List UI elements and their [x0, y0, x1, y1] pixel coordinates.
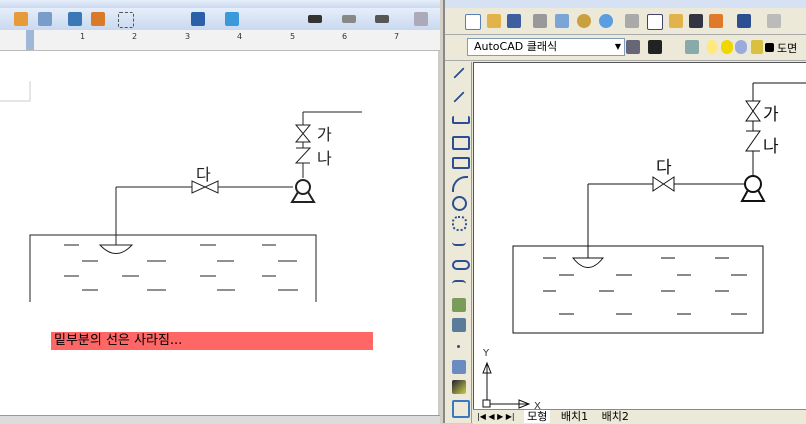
- workspace-toolbar: AutoCAD 클래식 ▼ 도면: [445, 35, 806, 61]
- ruler-tick: 4: [237, 32, 243, 41]
- ruler-tick: 1: [80, 32, 86, 41]
- fill-color-icon[interactable]: [225, 12, 239, 26]
- cad-diagram: 가 나 다 Y X: [482, 82, 806, 410]
- block-editor-icon[interactable]: [709, 14, 723, 28]
- open-icon[interactable]: [487, 14, 501, 28]
- spline-icon[interactable]: [452, 238, 466, 246]
- match-properties-icon[interactable]: [689, 14, 703, 28]
- shadow-icon[interactable]: [414, 12, 428, 26]
- ruler-tick: 7: [394, 32, 400, 41]
- label-da: 다: [656, 158, 672, 178]
- hatch-icon[interactable]: [452, 360, 466, 374]
- make-block-icon[interactable]: [452, 318, 466, 332]
- word-drawing-toolbar: [0, 8, 440, 31]
- polyline-icon[interactable]: [452, 116, 470, 124]
- workspace-dropdown[interactable]: AutoCAD 클래식 ▼: [467, 38, 625, 56]
- lock-icon[interactable]: [751, 40, 763, 54]
- workspace-value: AutoCAD 클래식: [474, 40, 558, 53]
- drawing-area[interactable]: 가 나 다 Y X: [473, 62, 806, 410]
- autocad-window: AutoCAD 클래식 ▼ 도면 가 나 다 Y X |◀ ◀ ▶ ▶| 모형 …: [443, 0, 806, 424]
- arc-icon[interactable]: [452, 176, 468, 192]
- viewport-freeze-icon[interactable]: [735, 40, 747, 54]
- layout-tabs: |◀ ◀ ▶ ▶| 모형 배치1 배치2: [473, 409, 806, 424]
- publish-icon[interactable]: [577, 14, 591, 28]
- standard-toolbar: [445, 8, 806, 35]
- image-icon[interactable]: [91, 12, 105, 26]
- draw-toolbar: [447, 62, 472, 423]
- ellipse-arc-icon[interactable]: [452, 280, 466, 288]
- insert-block-icon[interactable]: [452, 298, 466, 312]
- construction-line-icon[interactable]: [453, 91, 465, 103]
- save-icon[interactable]: [507, 14, 521, 28]
- chevron-down-icon: ▼: [614, 42, 621, 51]
- circle-icon[interactable]: [452, 196, 467, 211]
- ucs-y-label: Y: [482, 348, 490, 359]
- label-na: 나: [763, 137, 779, 157]
- arrow-style-icon[interactable]: [375, 15, 389, 23]
- ruler-tick: 6: [342, 32, 348, 41]
- label-da: 다: [196, 165, 211, 184]
- gradient-icon[interactable]: [452, 380, 466, 394]
- document-page[interactable]: 가 나 다 밑부분의 선은 사라짐...: [0, 51, 440, 415]
- region-icon[interactable]: [452, 400, 470, 418]
- rectangle-icon[interactable]: [452, 157, 470, 169]
- revision-cloud-icon[interactable]: [452, 216, 467, 231]
- layers-icon[interactable]: [685, 40, 699, 54]
- color-swatch-icon: [765, 43, 774, 52]
- connector-icon[interactable]: [38, 12, 52, 26]
- layer-name[interactable]: 도면: [777, 40, 797, 56]
- sun-icon[interactable]: [721, 40, 733, 54]
- highlighted-note[interactable]: 밑부분의 선은 사라짐...: [51, 332, 373, 350]
- workspace-settings-icon[interactable]: [626, 40, 640, 54]
- undo-icon[interactable]: [737, 14, 751, 28]
- ruler-tick: 5: [290, 32, 296, 41]
- point-icon[interactable]: [457, 345, 460, 348]
- web-icon[interactable]: [599, 14, 613, 28]
- horizontal-ruler[interactable]: 1 2 3 4 5 6 7: [0, 30, 440, 51]
- tab-layout1[interactable]: 배치1: [558, 410, 591, 423]
- select-icon[interactable]: [118, 12, 134, 28]
- copy-icon[interactable]: [647, 14, 663, 30]
- line-style-icon[interactable]: [308, 15, 322, 23]
- line-color-icon[interactable]: [191, 12, 205, 26]
- indent-marker[interactable]: [26, 30, 34, 50]
- ellipse-icon[interactable]: [452, 260, 470, 270]
- paste-icon[interactable]: [669, 14, 683, 28]
- title-strip: [445, 0, 806, 8]
- line-icon[interactable]: [453, 67, 465, 79]
- lightbulb-icon[interactable]: [707, 40, 717, 54]
- tab-nav-buttons[interactable]: |◀ ◀ ▶ ▶|: [477, 410, 515, 423]
- new-icon[interactable]: [465, 14, 481, 30]
- label-ga: 가: [763, 105, 779, 125]
- tab-model[interactable]: 모형: [524, 410, 551, 423]
- dash-style-icon[interactable]: [342, 15, 356, 23]
- pencil-icon[interactable]: [14, 12, 28, 26]
- ruler-tick: 3: [185, 32, 191, 41]
- cut-icon[interactable]: [625, 14, 639, 28]
- label-na: 나: [317, 149, 332, 168]
- textbox-icon[interactable]: [68, 12, 82, 26]
- ruler-tick: 2: [132, 32, 138, 41]
- pasted-diagram: 가 나 다: [0, 81, 362, 302]
- print-icon[interactable]: [533, 14, 547, 28]
- redo-icon[interactable]: [767, 14, 781, 28]
- clean-screen-icon[interactable]: [648, 40, 662, 54]
- label-ga: 가: [317, 125, 332, 144]
- preview-icon[interactable]: [555, 14, 569, 28]
- polygon-icon[interactable]: [452, 136, 470, 150]
- tab-layout2[interactable]: 배치2: [599, 410, 632, 423]
